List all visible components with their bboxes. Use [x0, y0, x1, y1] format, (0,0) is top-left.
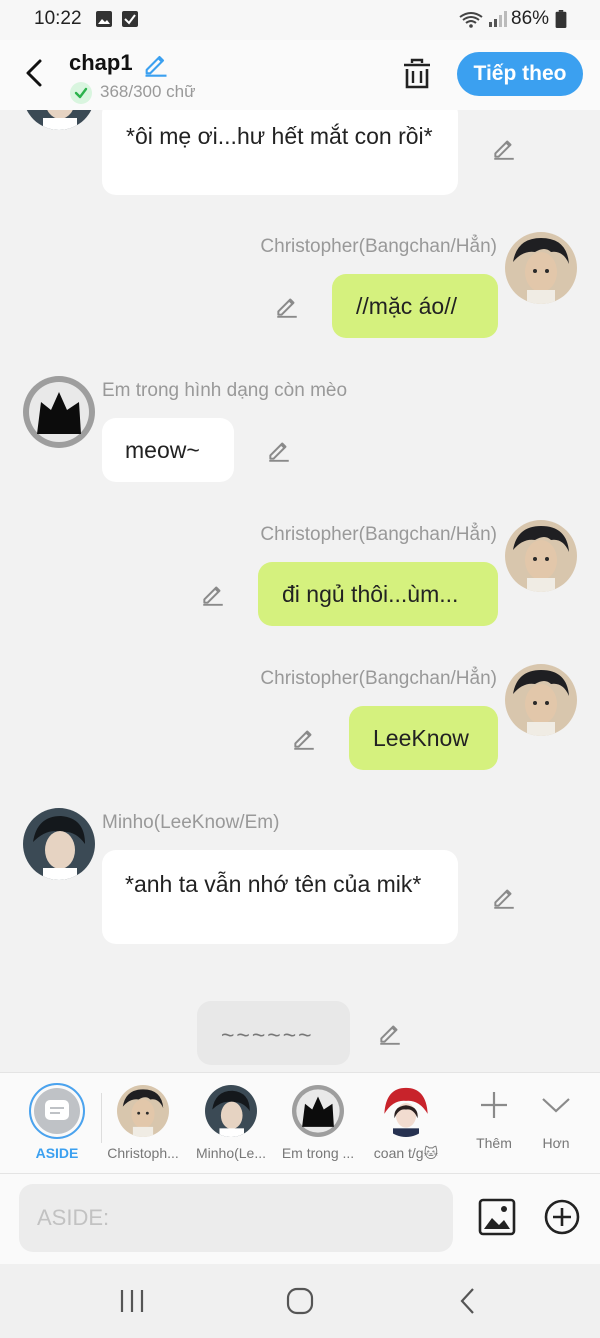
character-label: coan t/g🐱	[373, 1145, 439, 1161]
status-time: 10:22	[34, 8, 82, 29]
avatar	[292, 1085, 344, 1137]
avatar	[380, 1085, 432, 1137]
aside-bubble[interactable]: ~~~~~~	[197, 1001, 350, 1065]
chat-bubble[interactable]: *ôi mẹ ơi...hư hết mắt con rồi*	[102, 110, 458, 195]
next-button[interactable]: Tiếp theo	[457, 52, 583, 96]
edit-message-icon[interactable]	[491, 135, 517, 161]
avatar[interactable]	[23, 110, 95, 130]
character-label: ASIDE	[35, 1145, 79, 1161]
edit-message-icon[interactable]	[274, 293, 300, 319]
character-item[interactable]: Minho(Le...	[186, 1073, 276, 1175]
edit-message-icon[interactable]	[291, 725, 317, 751]
input-bar	[0, 1174, 600, 1264]
chat-bubble[interactable]: *anh ta vẫn nhớ tên của mik*	[102, 850, 458, 944]
character-aside[interactable]: ASIDE	[26, 1073, 88, 1175]
trash-icon[interactable]	[401, 57, 433, 91]
top-header: chap1 368/300 chữ Tiếp theo	[0, 40, 600, 110]
avatar[interactable]	[505, 520, 577, 592]
chat-bubble[interactable]: //mặc áo//	[332, 274, 498, 338]
word-count-check-icon	[70, 82, 92, 104]
add-circle-icon[interactable]	[543, 1198, 581, 1236]
chat-area[interactable]: *ôi mẹ ơi...hư hết mắt con rồi* Christop…	[0, 110, 600, 1072]
chat-bubble[interactable]: LeeKnow	[349, 706, 498, 770]
character-label: Minho(Le...	[195, 1145, 267, 1161]
character-bar: ASIDE Christoph... Minho(Le... Em trong …	[0, 1072, 600, 1174]
edit-message-icon[interactable]	[491, 884, 517, 910]
edit-message-icon[interactable]	[377, 1020, 403, 1046]
sender-name: Em trong hình dạng còn mèo	[102, 380, 348, 401]
image-icon[interactable]	[478, 1198, 516, 1236]
sender-name: Christopher(Bangchan/Hẳn)	[260, 668, 497, 689]
word-count: 368/300 chữ	[100, 82, 196, 101]
character-item[interactable]: Christoph...	[98, 1073, 188, 1175]
battery-percentage: 86%	[511, 8, 550, 29]
system-nav-bar	[0, 1264, 600, 1338]
sender-name: Minho(LeeKnow/Em)	[102, 812, 280, 833]
avatar[interactable]	[23, 376, 95, 448]
edit-title-icon[interactable]	[142, 50, 170, 78]
battery-icon	[555, 10, 567, 28]
character-label: Em trong ...	[281, 1145, 355, 1161]
chat-bubble[interactable]: đi ngủ thôi...ùm...	[258, 562, 498, 626]
avatar[interactable]	[23, 808, 95, 880]
character-label: Hơn	[542, 1135, 570, 1151]
back-nav-icon[interactable]	[451, 1286, 485, 1316]
collapse-button[interactable]: Hơn	[511, 1073, 600, 1175]
message-input[interactable]	[19, 1184, 453, 1252]
aside-avatar	[29, 1083, 85, 1139]
character-label: Christoph...	[107, 1145, 179, 1161]
avatar	[205, 1085, 257, 1137]
sender-name: Christopher(Bangchan/Hẳn)	[260, 524, 497, 545]
avatar	[117, 1085, 169, 1137]
plus-icon	[481, 1092, 507, 1118]
avatar[interactable]	[505, 664, 577, 736]
sender-name: Christopher(Bangchan/Hẳn)	[260, 236, 497, 257]
back-arrow-icon[interactable]	[20, 56, 50, 90]
gallery-icon	[96, 11, 112, 27]
wifi-icon	[459, 12, 483, 28]
page-title: chap1	[69, 50, 133, 75]
check-notification-icon	[122, 11, 138, 27]
signal-icon	[489, 11, 507, 27]
chat-bubble[interactable]: meow~	[102, 418, 234, 482]
character-item[interactable]: Em trong ...	[273, 1073, 363, 1175]
recent-apps-icon[interactable]	[115, 1286, 149, 1316]
edit-message-icon[interactable]	[200, 581, 226, 607]
character-item[interactable]: coan t/g🐱	[361, 1073, 451, 1175]
status-bar: 10:22 86%	[0, 0, 600, 40]
avatar[interactable]	[505, 232, 577, 304]
home-icon[interactable]	[283, 1286, 317, 1316]
edit-message-icon[interactable]	[266, 437, 292, 463]
chevron-down-icon	[542, 1098, 570, 1113]
